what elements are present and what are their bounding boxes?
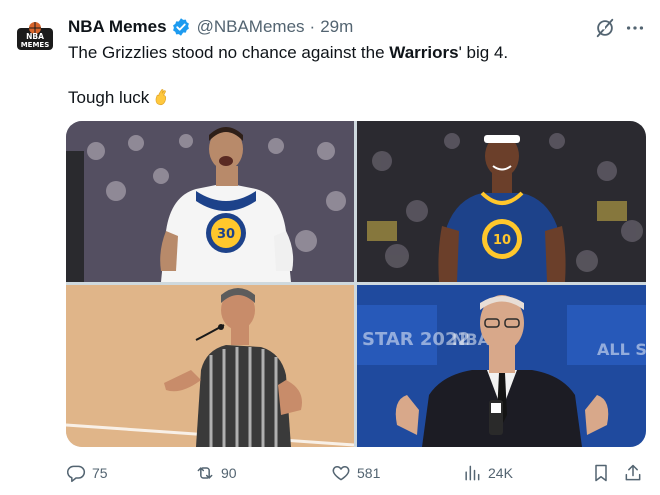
share-icon <box>623 463 643 483</box>
svg-text:MEMES: MEMES <box>21 41 50 49</box>
separator-dot: · <box>309 17 316 36</box>
bookmark-button[interactable] <box>591 460 611 486</box>
bookmark-icon <box>591 463 611 483</box>
photo-referee[interactable] <box>66 285 354 447</box>
jersey-number: 10 <box>493 233 511 248</box>
reply-button[interactable]: 75 <box>66 460 108 486</box>
tweet-text-part: ' big 4. <box>458 43 509 62</box>
photo-curry[interactable]: 30 <box>66 121 354 282</box>
reply-count: 75 <box>92 465 108 481</box>
tweet-text-part: Tough luck <box>68 88 150 107</box>
tweet-text-part: The Grizzlies stood no chance against th… <box>68 43 390 62</box>
jersey-number: 30 <box>217 227 235 242</box>
share-button[interactable] <box>623 460 643 486</box>
handle[interactable]: @NBAMemes <box>197 17 305 37</box>
repost-count: 90 <box>221 465 237 481</box>
backdrop-text: ALL S <box>597 340 646 359</box>
more-options-icon[interactable] <box>624 17 646 39</box>
timestamp[interactable]: 29m <box>320 17 353 37</box>
tweet[interactable]: NBA MEMES NBA Memes @NBAMemes · 29m The … <box>0 0 660 495</box>
tweet-text-line-2: Tough luck <box>68 88 171 108</box>
like-button[interactable]: 581 <box>331 460 380 486</box>
display-name[interactable]: NBA Memes <box>68 17 167 37</box>
tweet-text-bold: Warriors <box>389 43 459 62</box>
media-grid: 30 10 STAR 2022 NBA ALL S <box>66 121 646 447</box>
crossed-fingers-emoji-icon <box>153 88 171 106</box>
svg-text:NBA: NBA <box>26 32 44 41</box>
repost-button[interactable]: 90 <box>195 460 237 486</box>
grok-icon[interactable] <box>594 17 616 39</box>
verified-badge-icon[interactable] <box>171 17 191 37</box>
avatar[interactable]: NBA MEMES <box>14 18 56 60</box>
views-count: 24K <box>488 465 513 481</box>
action-bar: 75 90 581 24K <box>66 460 646 486</box>
views-chart-icon <box>462 463 482 483</box>
photo-silver[interactable]: STAR 2022 NBA ALL S <box>357 285 646 447</box>
photo-butler[interactable]: 10 <box>357 121 646 282</box>
repost-icon <box>195 463 215 483</box>
tweet-header: NBA Memes @NBAMemes · 29m <box>68 16 353 38</box>
views-button[interactable]: 24K <box>462 460 513 486</box>
tweet-text: The Grizzlies stood no chance against th… <box>68 43 508 63</box>
reply-icon <box>66 463 86 483</box>
heart-icon <box>331 463 351 483</box>
like-count: 581 <box>357 465 381 481</box>
nba-memes-logo: NBA MEMES <box>14 18 56 60</box>
